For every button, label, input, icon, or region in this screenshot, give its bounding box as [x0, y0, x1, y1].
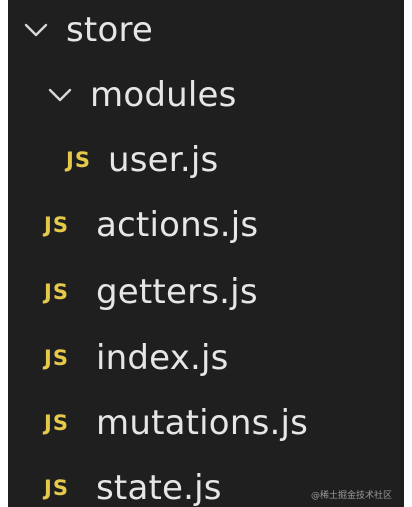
file-mutations-js[interactable]: JS mutations.js — [8, 393, 404, 453]
js-file-icon: JS — [44, 346, 69, 370]
chevron-down-icon[interactable] — [22, 16, 50, 44]
folder-store[interactable]: store — [8, 0, 404, 60]
js-file-icon: JS — [44, 476, 69, 500]
folder-name: modules — [90, 75, 237, 115]
folder-name: store — [66, 10, 153, 50]
file-getters-js[interactable]: JS getters.js — [8, 262, 404, 322]
file-name: getters.js — [96, 272, 258, 312]
file-name: index.js — [96, 338, 229, 378]
explorer-panel: store modules JS user.js JS actions.js J… — [8, 0, 404, 507]
js-file-icon: JS — [66, 148, 91, 172]
file-index-js[interactable]: JS index.js — [8, 328, 404, 388]
js-file-icon: JS — [44, 280, 69, 304]
file-actions-js[interactable]: JS actions.js — [8, 195, 404, 255]
chevron-down-icon[interactable] — [46, 81, 74, 109]
js-file-icon: JS — [44, 411, 69, 435]
folder-modules[interactable]: modules — [8, 65, 404, 125]
watermark: @稀土掘金技术社区 — [310, 491, 392, 501]
file-name: actions.js — [96, 205, 259, 245]
file-name: mutations.js — [96, 403, 309, 443]
file-user-js[interactable]: JS user.js — [8, 130, 404, 190]
js-file-icon: JS — [44, 213, 69, 237]
file-name: user.js — [108, 140, 219, 180]
file-name: state.js — [96, 468, 222, 507]
